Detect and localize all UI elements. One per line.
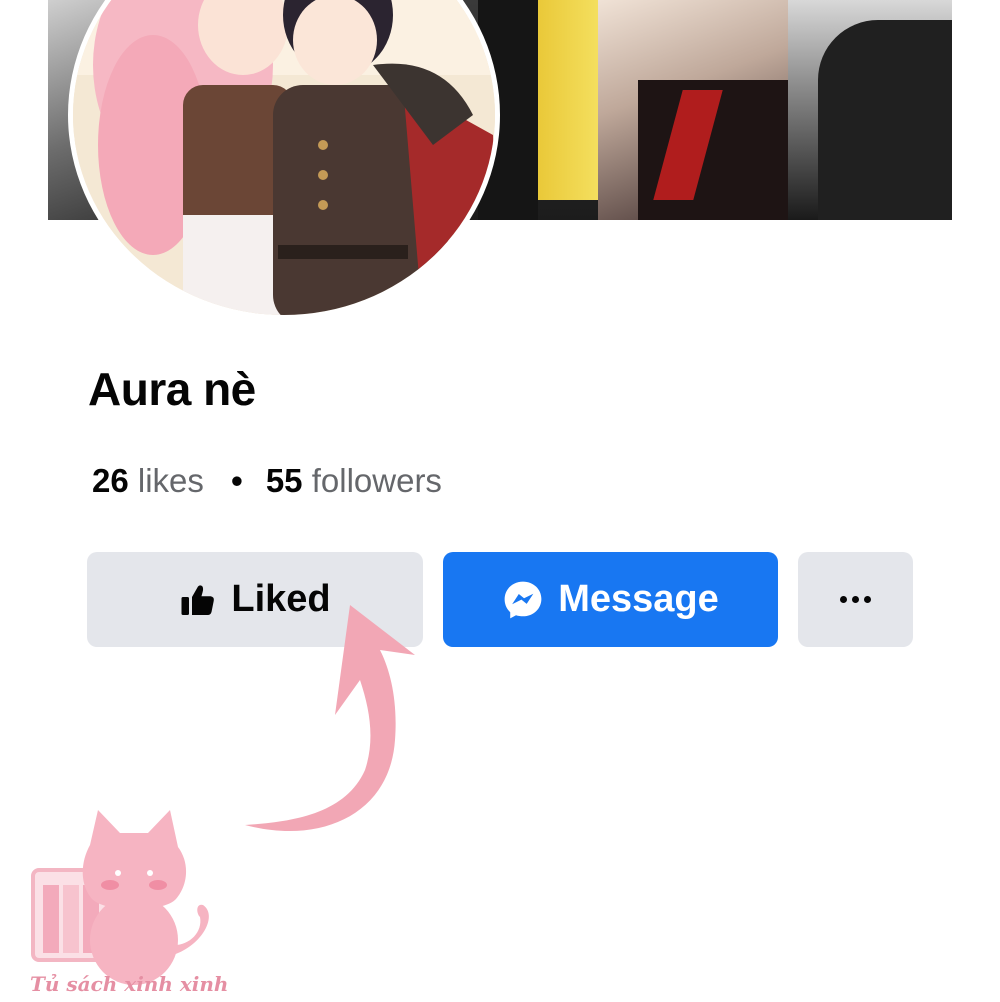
- watermark-logo: [31, 810, 209, 985]
- more-options-button[interactable]: [798, 552, 913, 647]
- stats-separator: •: [231, 462, 243, 499]
- page-title: Aura nè: [88, 363, 256, 415]
- followers-label[interactable]: followers: [312, 462, 442, 499]
- followers-count: 55: [265, 462, 303, 499]
- curved-arrow-annotation: [245, 605, 415, 832]
- message-button-label: Message: [558, 578, 719, 620]
- profile-avatar[interactable]: [68, 0, 500, 320]
- profile-stats: 26 likes • 55 followers: [92, 462, 442, 500]
- likes-label[interactable]: likes: [138, 462, 204, 499]
- message-button[interactable]: Message: [443, 552, 778, 647]
- watermark-text: Tủ sách xinh xinh: [30, 972, 229, 996]
- messenger-icon: [502, 579, 544, 621]
- likes-count: 26: [92, 462, 129, 499]
- more-horizontal-icon: [840, 596, 871, 603]
- thumbs-up-icon: [179, 582, 217, 618]
